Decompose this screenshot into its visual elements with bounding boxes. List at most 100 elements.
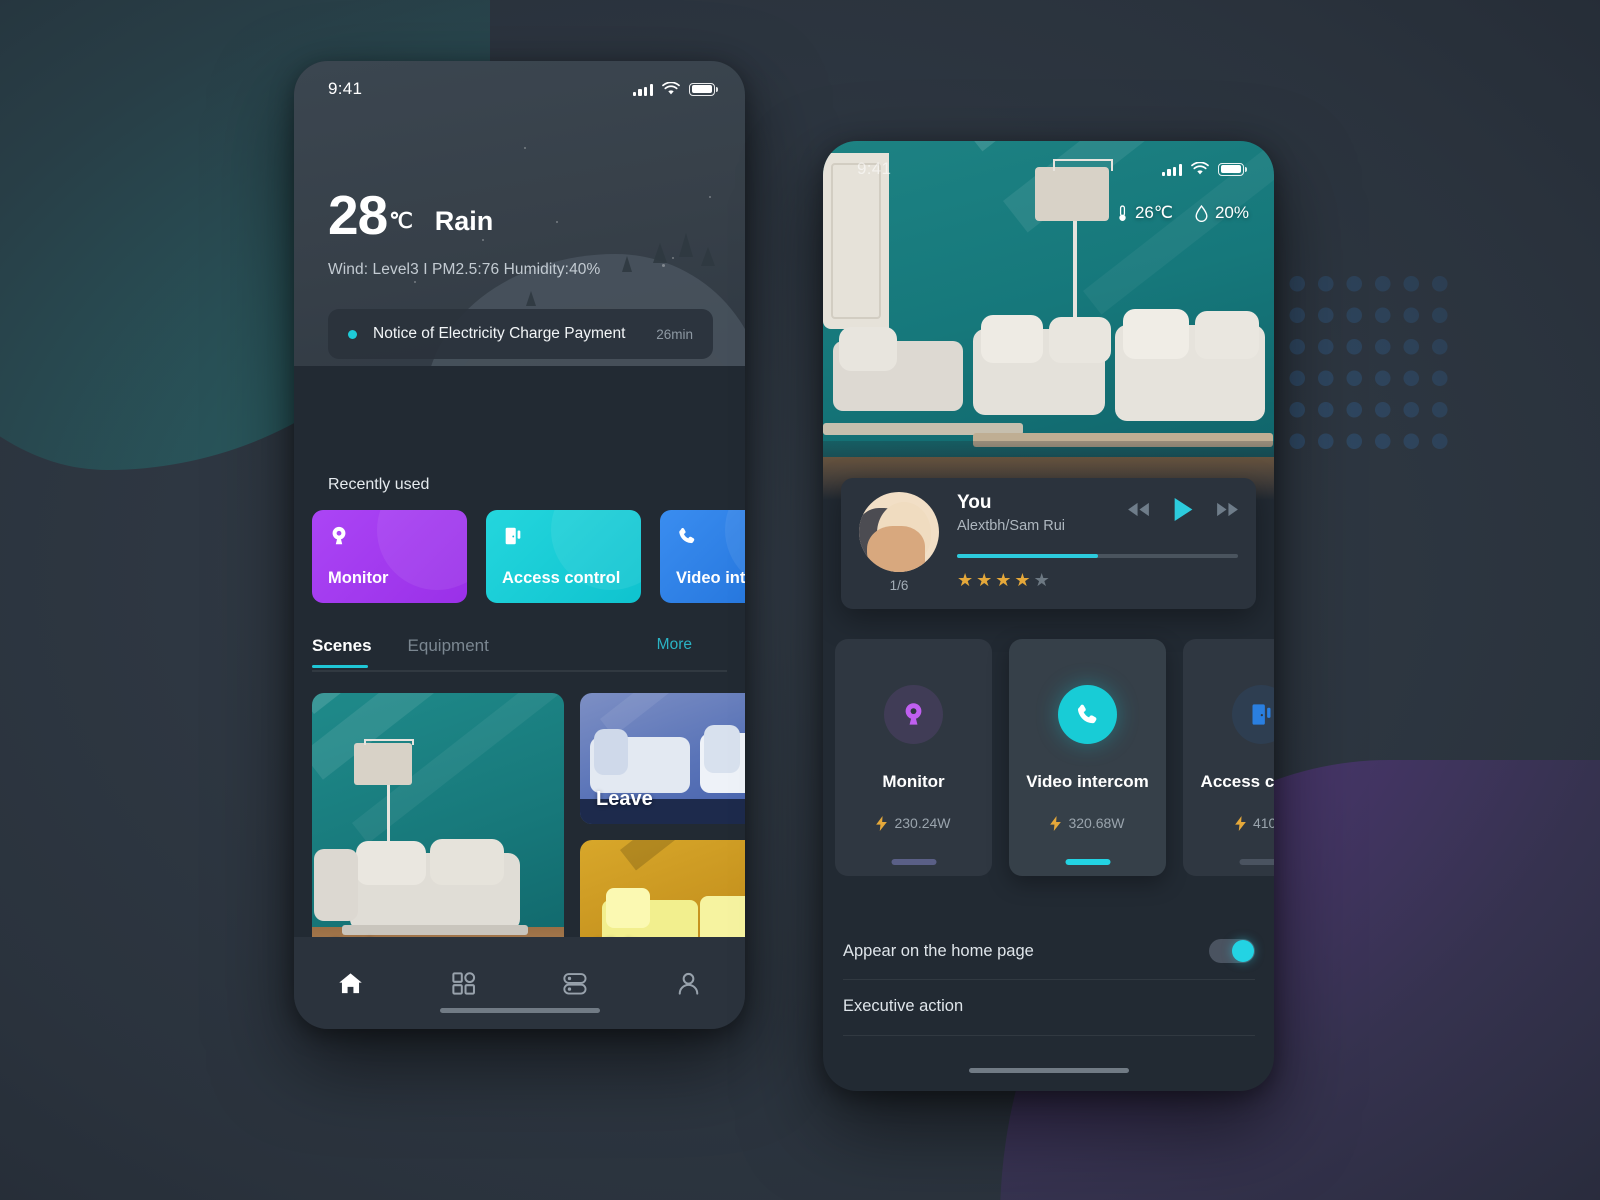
device-power-value: 230.24W (894, 815, 951, 831)
setting-divider (843, 1035, 1255, 1036)
device-power-value: 410.2 (1252, 815, 1274, 831)
scene-label: Leave (596, 788, 653, 810)
status-bar: 9:41 (823, 141, 1274, 197)
home-icon (339, 972, 362, 993)
status-dot-icon (348, 329, 357, 339)
weather-metrics: Wind: Level3 I PM2.5:76 Humidity:40% (328, 261, 601, 278)
device-card-access-control[interactable]: Access control 410.2 (1183, 639, 1274, 876)
humidity-readout: 20% (1195, 203, 1249, 223)
recent-card-label: Access control (502, 569, 621, 587)
temperature-readout: 26℃ (1117, 203, 1173, 223)
tree-icon (679, 233, 693, 257)
signal-icon (632, 83, 653, 96)
fast-forward-icon[interactable] (1215, 501, 1240, 523)
temperature-value: 28 (328, 184, 388, 246)
star-icon: ★ (1033, 570, 1050, 590)
device-name: Video intercom (1026, 772, 1149, 791)
tree-icon (701, 247, 715, 266)
setting-divider (843, 979, 1255, 980)
status-time: 9:41 (328, 79, 363, 98)
device-name: Monitor (882, 772, 945, 791)
more-link[interactable]: More (657, 636, 692, 654)
weather-temperature: 28 ℃ Rain (328, 184, 494, 246)
tree-icon (622, 256, 632, 272)
notification-banner[interactable]: Notice of Electricity Charge Payment 26m… (328, 309, 713, 359)
bolt-icon (1050, 815, 1062, 831)
bolt-icon (1235, 815, 1246, 831)
recent-card-video-intercom[interactable]: Video intercom (660, 510, 745, 603)
setting-label: Executive action (843, 997, 964, 1015)
tree-icon (653, 243, 667, 263)
phone-icon (1058, 685, 1117, 744)
background-dot-grid (1283, 268, 1455, 458)
progress-bar[interactable] (957, 554, 1238, 558)
user-icon (678, 972, 699, 995)
device-power: 230.24W (876, 815, 951, 831)
setting-row-appear-on-home[interactable]: Appear on the home page (843, 939, 1255, 963)
weather-condition: Rain (434, 206, 494, 237)
signal-icon (1161, 163, 1182, 176)
tab-equipment[interactable]: Equipment (408, 636, 489, 668)
phone-icon (676, 525, 745, 552)
notification-time: 26min (656, 326, 693, 342)
phone-home-screen: 9:41 28 ℃ Rain Wind: Level3 I PM2.5:76 H… (294, 61, 745, 1029)
phone-device-detail-screen: 9:41 26℃ 20% 1/6 You Alextbh/Sam Rui ★ ★… (823, 141, 1274, 1091)
play-icon[interactable] (1172, 497, 1194, 527)
toggles-icon (563, 972, 587, 994)
tab-bar[interactable]: Scenes Equipment More (312, 636, 727, 668)
status-time: 9:41 (857, 159, 892, 178)
star-icon: ★ (957, 570, 974, 590)
status-bar: 9:41 (294, 61, 745, 117)
recently-used-list[interactable]: Monitor Access control Video intercom (312, 510, 745, 603)
setting-label: Appear on the home page (843, 941, 1034, 960)
humidity-icon (1195, 204, 1208, 222)
camera-icon (884, 685, 943, 744)
tab-divider (312, 670, 727, 672)
door-icon (502, 525, 625, 552)
tab-scenes[interactable]: Scenes (312, 636, 372, 668)
scene-card-get-home[interactable]: Get home 20° (312, 693, 564, 971)
device-indicator-bar (891, 859, 936, 865)
appear-on-home-toggle[interactable] (1209, 939, 1255, 963)
avatar (859, 492, 939, 572)
tree-icon (526, 291, 536, 306)
bottom-navigation[interactable] (294, 937, 745, 1029)
battery-icon (1218, 162, 1247, 176)
humidity-value: 20% (1214, 203, 1249, 222)
device-card-video-intercom[interactable]: Video intercom 320.68W (1009, 639, 1166, 876)
nav-item-controls[interactable] (520, 961, 633, 1005)
door-icon (1232, 685, 1274, 744)
camera-icon (328, 525, 451, 552)
device-name: Access control (1200, 772, 1274, 791)
media-player-card[interactable]: 1/6 You Alextbh/Sam Rui ★ ★ ★ ★ ★ (841, 478, 1256, 609)
recent-card-access-control[interactable]: Access control (486, 510, 641, 603)
recent-card-label: Monitor (328, 569, 389, 587)
device-indicator-bar (1065, 859, 1110, 865)
device-card-list[interactable]: Monitor 230.24W Video intercom 320.68W A… (835, 639, 1274, 876)
grid-icon (451, 971, 475, 995)
home-indicator (968, 1068, 1129, 1073)
environment-readout: 26℃ 20% (1117, 203, 1249, 223)
wifi-icon (1191, 162, 1209, 175)
room-image-teal (312, 693, 564, 971)
bolt-icon (876, 815, 888, 831)
battery-icon (689, 82, 718, 96)
rewind-icon[interactable] (1126, 501, 1151, 523)
star-icon: ★ (995, 570, 1012, 590)
scene-card-leave[interactable]: Leave 26° (580, 693, 745, 824)
scenes-grid[interactable]: Get home 20° Leave (312, 693, 745, 971)
temperature-unit: ℃ (389, 210, 413, 234)
recent-card-monitor[interactable]: Monitor (312, 510, 467, 603)
rating-stars[interactable]: ★ ★ ★ ★ ★ (957, 570, 1050, 591)
nav-item-home[interactable] (294, 961, 407, 1005)
nav-item-profile[interactable] (632, 961, 745, 1005)
setting-row-executive-action[interactable]: Executive action (843, 997, 1255, 1016)
notification-text: Notice of Electricity Charge Payment (373, 325, 626, 342)
star-icon: ★ (976, 570, 993, 590)
nav-item-apps[interactable] (407, 961, 520, 1005)
device-power: 410.2 (1235, 815, 1274, 831)
temperature-value: 26℃ (1134, 203, 1173, 222)
thermometer-icon (1119, 204, 1126, 221)
device-card-monitor[interactable]: Monitor 230.24W (835, 639, 992, 876)
device-power: 320.68W (1050, 815, 1125, 831)
